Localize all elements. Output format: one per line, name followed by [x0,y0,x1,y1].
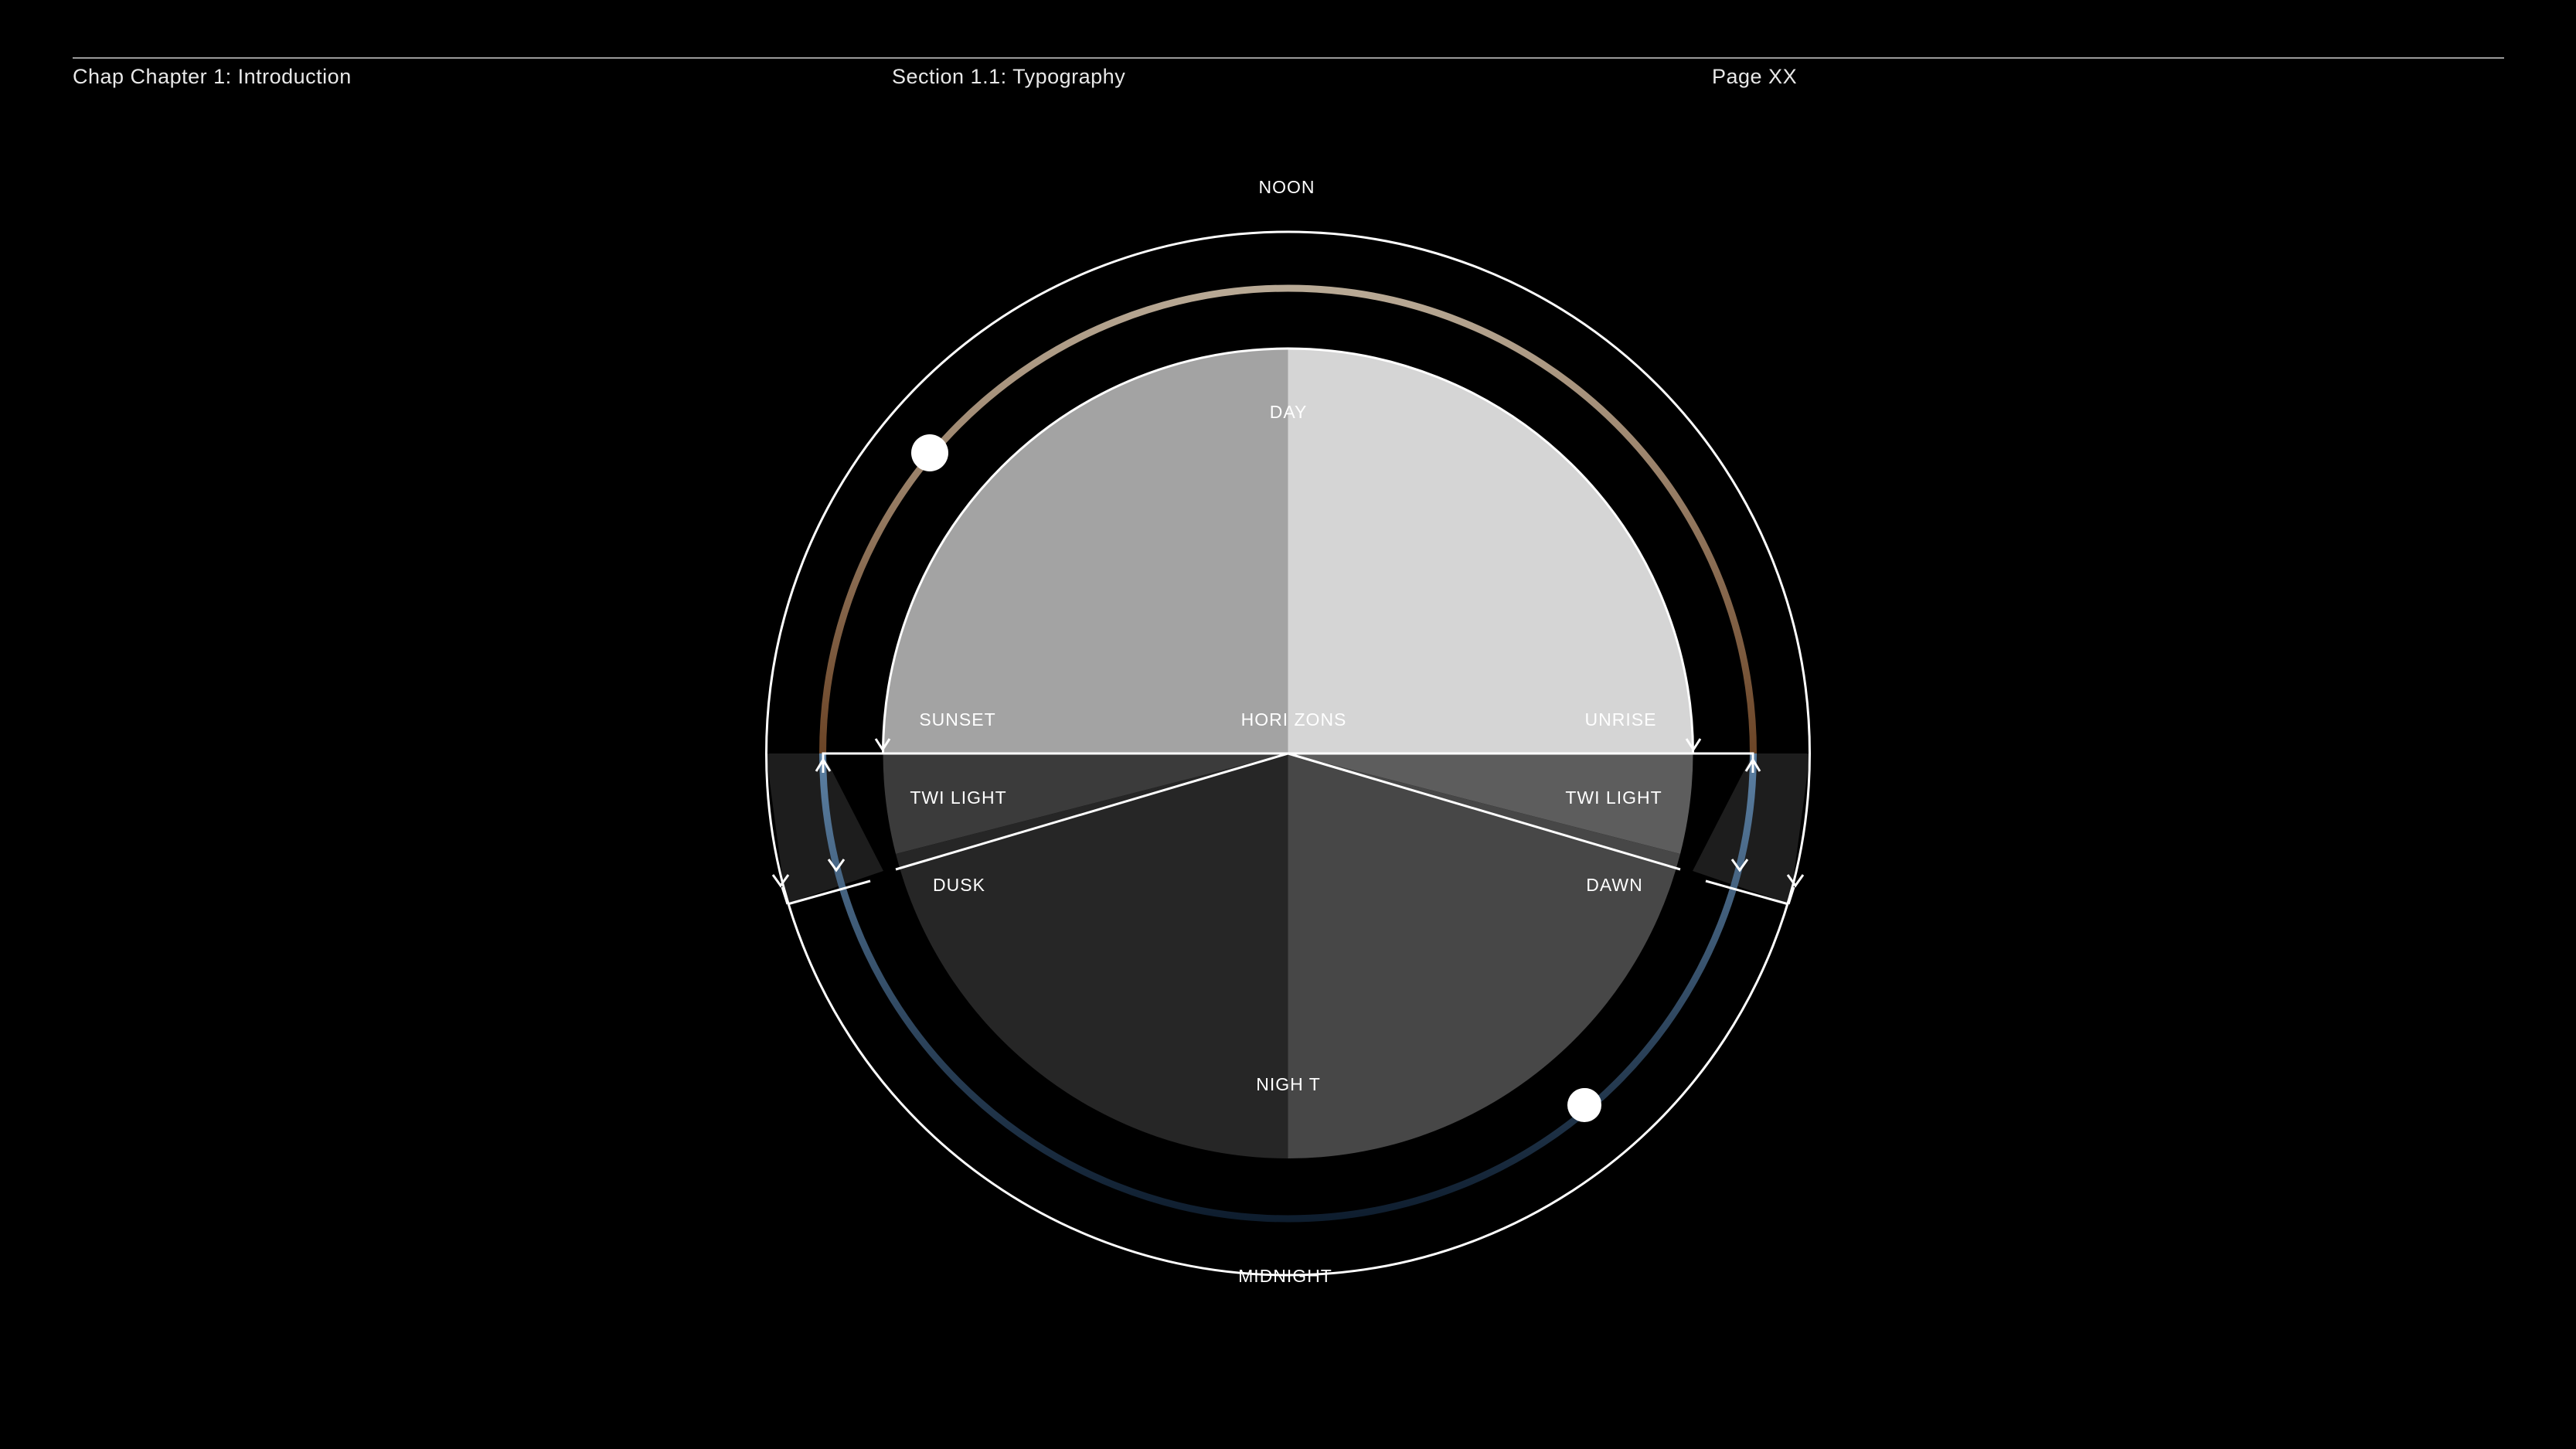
day-night-diagram: NOON MIDNIGHT DAY HORI ZONS SUNSET UNRIS… [765,177,1811,1286]
label-noon: NOON [1259,177,1315,197]
sun-marker-icon [911,434,948,471]
label-night: NIGH T [1256,1074,1321,1094]
label-sunset: SUNSET [919,709,995,730]
label-day: DAY [1270,402,1308,422]
label-twilight-left: TWI LIGHT [910,787,1006,808]
right-bracket-outline [1693,752,1754,773]
label-twilight-right: TWI LIGHT [1565,787,1662,808]
left-bracket-outline [822,752,883,773]
label-sunrise: UNRISE [1585,709,1657,730]
label-dawn: DAWN [1586,875,1642,895]
label-midnight: MIDNIGHT [1238,1266,1332,1286]
moon-marker-icon [1567,1088,1601,1122]
day-sector-right [1288,349,1693,753]
label-dusk: DUSK [933,875,985,895]
inner-disc [822,347,1754,1158]
day-sector-left [883,349,1288,753]
label-horizons: HORI ZONS [1241,709,1347,730]
